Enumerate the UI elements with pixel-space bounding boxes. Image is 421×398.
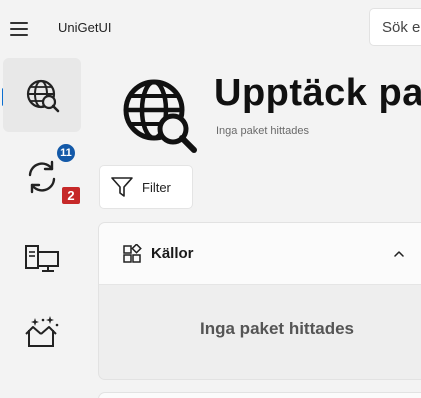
app-window: UniGetUI Sök e 11 2 Upptäck pa Inga pake…: [0, 0, 421, 398]
search-input[interactable]: Sök e: [369, 8, 421, 46]
globe-search-icon: [26, 79, 60, 113]
sources-header[interactable]: Källor: [99, 223, 421, 285]
page-subtitle: Inga paket hittades: [216, 125, 309, 137]
sparkle-box-icon: [25, 316, 59, 347]
sources-panel: Källor Inga paket hittades: [98, 222, 421, 380]
filter-button[interactable]: Filter: [99, 165, 193, 209]
app-title: UniGetUI: [58, 20, 112, 35]
desktop-packages-icon: [25, 245, 59, 272]
sources-icon: [123, 244, 142, 263]
updates-secondary-badge: 2: [62, 187, 80, 204]
globe-search-icon: [123, 79, 197, 153]
filter-icon: [111, 177, 133, 197]
empty-state-text: Inga paket hittades: [200, 319, 354, 338]
sync-icon: [28, 160, 56, 194]
title-bar: UniGetUI Sök e: [0, 0, 421, 56]
filter-button-label: Filter: [142, 179, 171, 195]
package-list-card: [98, 392, 421, 398]
sources-label: Källor: [151, 245, 194, 262]
chevron-up-icon[interactable]: [393, 248, 405, 260]
sidebar-item-bundles[interactable]: [3, 295, 81, 369]
updates-count-badge: 11: [55, 142, 77, 164]
sidebar-item-discover[interactable]: [3, 58, 81, 132]
hamburger-menu-icon[interactable]: [10, 18, 32, 40]
sidebar-item-installed[interactable]: [3, 222, 81, 296]
page-title: Upptäck pa: [214, 72, 421, 114]
